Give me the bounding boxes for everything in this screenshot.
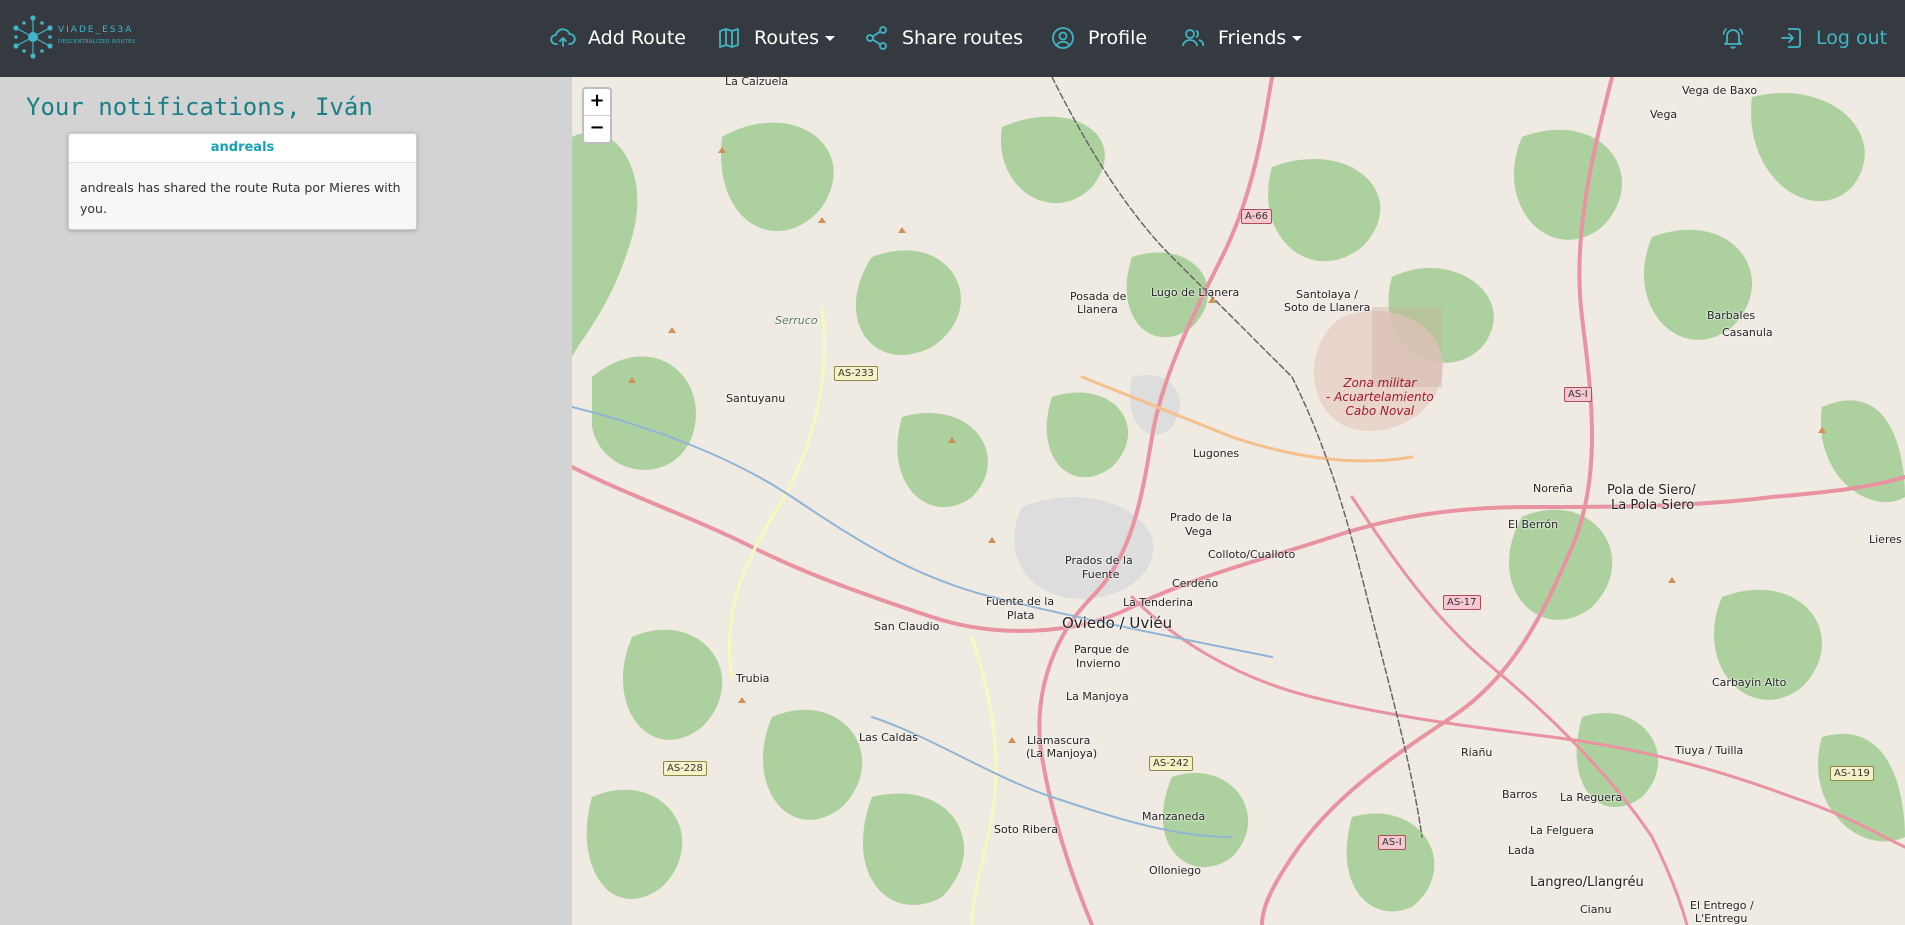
road-shield: AS-228 bbox=[663, 761, 707, 776]
map-label: Casanula bbox=[1722, 326, 1773, 339]
road-shield: A-66 bbox=[1241, 209, 1272, 224]
map-label: Fuente de la bbox=[986, 595, 1055, 608]
nav-profile-label: Profile bbox=[1088, 27, 1148, 49]
map-label: Vega bbox=[1650, 108, 1678, 121]
users-icon bbox=[1182, 29, 1205, 47]
share-icon bbox=[866, 26, 887, 50]
map-label: Santolaya / bbox=[1296, 288, 1358, 301]
map-label: Lieres bbox=[1869, 533, 1902, 546]
logout-icon bbox=[1781, 28, 1801, 48]
page-title: Your notifications, Iván bbox=[26, 93, 373, 121]
map-label: Serruco bbox=[775, 314, 818, 327]
map-label: Prado de la bbox=[1170, 511, 1232, 524]
nav-add-route[interactable]: Add Route bbox=[550, 20, 686, 56]
map-view[interactable]: + − La Caizuela Vega de Baxo Vega Posada… bbox=[572, 77, 1905, 925]
zoom-in-button[interactable]: + bbox=[584, 89, 610, 115]
map-label: Soto Ribera bbox=[994, 823, 1058, 836]
map-label: (La Manjoya) bbox=[1026, 747, 1098, 760]
map-label: Tiuya / Tuilla bbox=[1675, 744, 1744, 757]
nav-friends-label: Friends bbox=[1218, 27, 1287, 49]
map-label: Carbayin Alto bbox=[1712, 676, 1787, 689]
chevron-down-icon bbox=[825, 35, 836, 41]
map-label: Lugo de Llanera bbox=[1151, 286, 1240, 299]
map-label: Pola de Siero/ bbox=[1607, 483, 1696, 498]
cloud-upload-icon bbox=[550, 28, 576, 47]
network-logo-icon bbox=[13, 15, 53, 59]
logout-button[interactable]: Log out bbox=[1778, 20, 1887, 56]
road-shield: AS-233 bbox=[834, 366, 878, 381]
nav-share-routes[interactable]: Share routes bbox=[864, 20, 1023, 56]
map-label: La Tenderina bbox=[1123, 596, 1193, 609]
map-label: Posada de bbox=[1070, 290, 1127, 303]
map-label: Manzaneda bbox=[1142, 810, 1206, 823]
map-label: Riañu bbox=[1461, 746, 1493, 759]
map-label: Langreo/Llangréu bbox=[1530, 875, 1644, 890]
user-circle-icon bbox=[1052, 27, 1074, 49]
nav-friends-dropdown[interactable]: Friends bbox=[1180, 20, 1303, 56]
map-label: Trubia bbox=[736, 672, 770, 685]
map-label: Plata bbox=[1007, 609, 1035, 622]
map-label: Vega bbox=[1185, 525, 1213, 538]
map-label: Barros bbox=[1502, 788, 1538, 801]
map-label: Colloto/Cualloto bbox=[1208, 548, 1296, 561]
map-label: San Claudio bbox=[874, 620, 940, 633]
map-icon bbox=[719, 28, 739, 48]
map-label: Las Caldas bbox=[859, 731, 919, 744]
notifications-panel: Your notifications, Iván andreals andrea… bbox=[0, 77, 572, 925]
map-label: Cianu bbox=[1580, 903, 1612, 916]
brand-logo[interactable]: VIADE_ES3A DESCENTRALIZED ROUTES bbox=[12, 14, 136, 60]
chevron-down-icon bbox=[1292, 35, 1303, 41]
map-label: L'Entregu bbox=[1695, 912, 1748, 925]
map-label: Barbales bbox=[1707, 309, 1756, 322]
map-label: La Manjoya bbox=[1066, 690, 1129, 703]
brand-name: VIADE_ES3A bbox=[58, 25, 134, 35]
map-label: La Reguera bbox=[1560, 791, 1623, 804]
notification-card[interactable]: andreals andreals has shared the route R… bbox=[68, 133, 417, 230]
map-label: Vega de Baxo bbox=[1682, 84, 1758, 97]
notification-sender: andreals bbox=[69, 134, 416, 163]
map-tiles bbox=[572, 77, 1905, 925]
nav-add-route-label: Add Route bbox=[588, 27, 686, 49]
nav-routes-label: Routes bbox=[754, 27, 820, 49]
bell-icon bbox=[1722, 28, 1744, 49]
map-label: Prados de la bbox=[1065, 554, 1133, 567]
road-shield: AS-I bbox=[1378, 835, 1406, 850]
military-zone-label: Zona militar - Acuartelamiento Cabo Nova… bbox=[1326, 376, 1434, 418]
map-label: Soto de Llanera bbox=[1284, 301, 1371, 314]
map-label: Fuente bbox=[1082, 568, 1120, 581]
road-shield: AS-I bbox=[1564, 387, 1592, 402]
map-label: La Pola Siero bbox=[1611, 498, 1695, 513]
zoom-control: + − bbox=[582, 87, 612, 144]
map-label: Lugones bbox=[1193, 447, 1240, 460]
road-shield: AS-242 bbox=[1149, 756, 1193, 771]
map-label: Noreña bbox=[1533, 482, 1573, 495]
nav-profile[interactable]: Profile bbox=[1050, 20, 1147, 56]
map-label: La Felguera bbox=[1530, 824, 1594, 837]
logout-label: Log out bbox=[1816, 27, 1888, 49]
map-label: La Caizuela bbox=[725, 77, 789, 88]
map-label: Santuyanu bbox=[726, 392, 786, 405]
map-label: El Entrego / bbox=[1690, 899, 1754, 912]
map-label: Parque de bbox=[1074, 643, 1130, 656]
notifications-bell-button[interactable] bbox=[1720, 20, 1746, 56]
road-shield: AS-119 bbox=[1830, 766, 1874, 781]
zoom-out-button[interactable]: − bbox=[584, 115, 610, 142]
map-label: Lada bbox=[1508, 844, 1535, 857]
map-label: Oviedo / Uviéu bbox=[1062, 614, 1173, 632]
map-label: Llanera bbox=[1077, 303, 1118, 316]
map-label: Invierno bbox=[1076, 657, 1121, 670]
brand-tagline: DESCENTRALIZED ROUTES bbox=[58, 39, 136, 45]
top-navbar: VIADE_ES3A DESCENTRALIZED ROUTES Add Rou… bbox=[0, 0, 1905, 77]
map-label: Cerdeño bbox=[1172, 577, 1219, 590]
road-shield: AS-17 bbox=[1443, 595, 1481, 610]
map-label: Llamascura bbox=[1027, 734, 1091, 747]
notification-message: andreals has shared the route Ruta por M… bbox=[80, 180, 401, 216]
map-label: El Berrón bbox=[1508, 518, 1559, 531]
nav-share-routes-label: Share routes bbox=[902, 27, 1023, 49]
map-label: Olloniego bbox=[1149, 864, 1202, 877]
nav-routes-dropdown[interactable]: Routes bbox=[716, 20, 836, 56]
